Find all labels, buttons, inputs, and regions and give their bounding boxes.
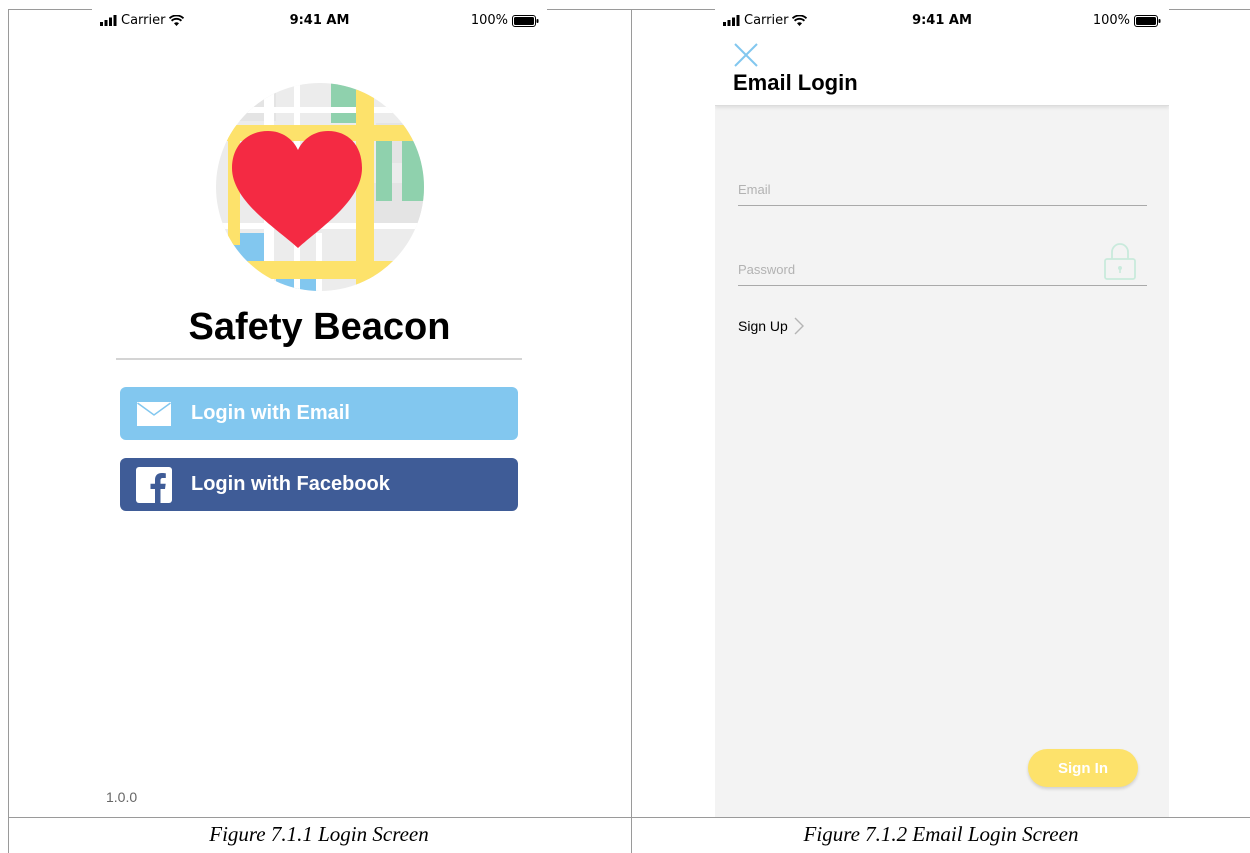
email-field[interactable] <box>738 165 1147 206</box>
title-divider <box>116 358 522 360</box>
email-login-screen: Carrier 9:41 AM 100% Email Login Email S… <box>715 9 1169 817</box>
battery-percent: 100% <box>1092 13 1130 28</box>
envelope-icon <box>135 395 173 433</box>
app-title: Safety Beacon <box>188 306 451 348</box>
screen-title: Email Login <box>733 70 858 95</box>
password-field[interactable] <box>738 243 1147 286</box>
email-input[interactable] <box>738 182 1098 197</box>
frame-middle-line <box>631 9 632 853</box>
figure-caption-right: Figure 7.1.2 Email Login Screen <box>803 822 1079 846</box>
status-bar: Carrier 9:41 AM 100% <box>715 9 1169 35</box>
battery-percent: 100% <box>470 13 508 28</box>
facebook-icon <box>135 466 173 504</box>
sign-up-label: Sign Up <box>738 318 788 334</box>
battery-icon <box>1134 14 1161 27</box>
battery-icon <box>512 14 539 27</box>
login-with-facebook-button[interactable]: Login with Facebook <box>120 458 518 511</box>
close-button[interactable] <box>733 42 759 68</box>
lock-icon <box>1104 243 1136 280</box>
close-icon <box>734 43 758 67</box>
frame-left-line <box>8 9 9 853</box>
heart-map-logo-icon <box>216 83 424 291</box>
battery-indicator: 100% <box>1093 13 1161 28</box>
email-login-header: Carrier 9:41 AM 100% Email Login <box>715 9 1169 106</box>
version-label: 1.0.0 <box>106 789 138 805</box>
app-logo <box>216 83 424 291</box>
login-with-email-button[interactable]: Login with Email <box>120 387 518 440</box>
figure-caption-left: Figure 7.1.1 Login Screen <box>209 822 429 846</box>
login-with-facebook-label: Login with Facebook <box>191 473 390 495</box>
login-with-email-label: Login with Email <box>191 402 350 424</box>
password-input[interactable] <box>738 262 1098 277</box>
battery-indicator: 100% <box>471 13 539 28</box>
chevron-right-icon <box>794 317 804 335</box>
login-screen: Carrier 9:41 AM 100% Safety Beacon Login… <box>92 9 547 817</box>
sign-up-link[interactable]: Sign Up <box>738 317 804 335</box>
status-bar: Carrier 9:41 AM 100% <box>92 9 547 35</box>
sign-in-button[interactable]: Sign In <box>1028 749 1138 787</box>
